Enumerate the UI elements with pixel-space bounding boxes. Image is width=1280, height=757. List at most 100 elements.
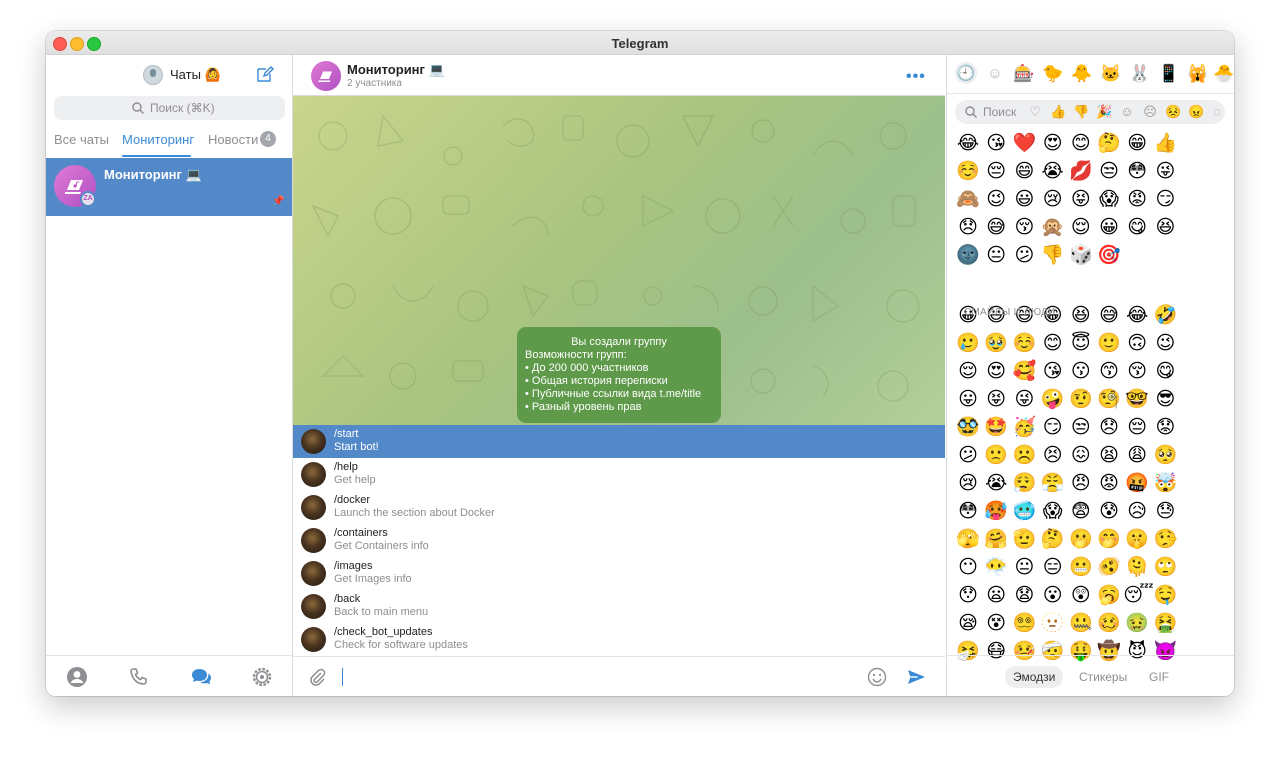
emoji-cell[interactable]: 🎲 — [1067, 241, 1095, 269]
emoji-cell[interactable]: ☹️ — [1010, 441, 1038, 469]
emoji-cell[interactable]: 😐 — [982, 241, 1010, 269]
emoji-cell[interactable]: 😱 — [1095, 185, 1123, 213]
emoji-cell[interactable]: 😶‍🌫️ — [982, 553, 1010, 581]
emoji-cell[interactable]: 😄 — [1010, 157, 1038, 185]
emoji-cell[interactable]: 👎 — [1039, 241, 1067, 269]
party-filter-icon[interactable]: 🎉 — [1096, 104, 1112, 120]
compose-icon[interactable] — [256, 65, 274, 83]
emoji-cell[interactable]: 😭 — [982, 469, 1010, 497]
emoji-cell[interactable]: 😣 — [1039, 441, 1067, 469]
sticker-pack-3-icon[interactable]: 🐥 — [1071, 63, 1093, 85]
emoji-cell[interactable]: 🤗 — [982, 525, 1010, 553]
chat-header-title[interactable]: Мониторинг 💻 — [347, 62, 445, 78]
tab-emoji[interactable]: Эмодзи — [1005, 666, 1064, 688]
emoji-cell[interactable]: 😏 — [1039, 413, 1067, 441]
emoji-cell[interactable]: 🥶 — [1010, 497, 1038, 525]
emoji-cell[interactable]: 🤮 — [1151, 609, 1179, 637]
command-item-containers[interactable]: /containers Get Containers info — [293, 524, 945, 557]
emoji-cell[interactable]: 😋 — [1151, 357, 1179, 385]
chats-icon[interactable] — [190, 666, 212, 688]
emoji-cell[interactable]: 😚 — [1123, 357, 1151, 385]
sticker-pack-1-icon[interactable]: 🎰 — [1013, 63, 1035, 85]
thumbs-down-filter-icon[interactable]: 👎 — [1073, 104, 1089, 120]
emoji-cell[interactable]: 🌚 — [954, 241, 982, 269]
thumbs-up-filter-icon[interactable]: 👍 — [1050, 104, 1066, 120]
emoji-cell[interactable]: 💋 — [1067, 157, 1095, 185]
command-item-start[interactable]: /start Start bot! — [293, 425, 945, 458]
emoji-cell[interactable]: 😜 — [1151, 157, 1179, 185]
emoji-cell[interactable]: 😧 — [1010, 581, 1038, 609]
command-item-help[interactable]: /help Get help — [293, 458, 945, 491]
emoji-cell[interactable]: 😡 — [1123, 185, 1151, 213]
emoji-cell[interactable]: 😁 — [1123, 129, 1151, 157]
emoji-cell[interactable]: 😤 — [1039, 469, 1067, 497]
emoji-cell[interactable]: 🙃 — [1123, 329, 1151, 357]
emoji-cell[interactable]: 🥸 — [954, 413, 982, 441]
emoji-cell[interactable]: 😖 — [1067, 441, 1095, 469]
emoji-cell[interactable]: ☺️ — [1010, 329, 1038, 357]
sticker-pack-6-icon[interactable]: 📱 — [1158, 63, 1180, 85]
emoji-cell[interactable]: 😲 — [1067, 581, 1095, 609]
emoji-cell[interactable]: 😩 — [1123, 441, 1151, 469]
emoji-cell[interactable]: 😂 — [954, 129, 982, 157]
send-icon[interactable] — [906, 667, 926, 687]
emoji-cell[interactable]: 🥹 — [982, 329, 1010, 357]
emoji-cell[interactable]: 😯 — [954, 581, 982, 609]
emoji-cell[interactable]: 😵‍💫 — [1010, 609, 1038, 637]
sticker-pack-2-icon[interactable]: 🐤 — [1042, 63, 1064, 85]
emoji-cell[interactable]: 😵 — [982, 609, 1010, 637]
sticker-pack-8-icon[interactable]: 🐣 — [1213, 63, 1234, 85]
calls-icon[interactable] — [128, 666, 150, 688]
emoji-cell[interactable]: 😅 — [982, 213, 1010, 241]
emoji-cell[interactable]: 😑 — [1039, 553, 1067, 581]
emoji-cell[interactable]: 🫣 — [954, 525, 982, 553]
emoji-cell[interactable]: 😬 — [1067, 553, 1095, 581]
more-filter-icon[interactable]: ◌ — [1209, 104, 1225, 120]
chat-header-avatar[interactable] — [311, 61, 341, 91]
emoji-cell[interactable]: 😮 — [1039, 581, 1067, 609]
emoji-cell[interactable]: 😌 — [954, 357, 982, 385]
emoji-cell[interactable]: 🥳 — [1010, 413, 1038, 441]
emoji-cell[interactable]: 🙈 — [954, 185, 982, 213]
emoji-cell[interactable]: 😋 — [1123, 213, 1151, 241]
emoji-cell[interactable]: 😍 — [982, 357, 1010, 385]
emoji-cell[interactable]: 😭 — [1039, 157, 1067, 185]
emoji-cell[interactable]: 😳 — [954, 497, 982, 525]
emoji-cell[interactable]: 😮‍💨 — [1010, 469, 1038, 497]
emoji-cell[interactable]: 😆 — [1067, 301, 1095, 329]
emoji-cell[interactable]: 🥴 — [1095, 609, 1123, 637]
emoji-cell[interactable]: 🤤 — [1151, 581, 1179, 609]
command-item-back[interactable]: /back Back to main menu — [293, 590, 945, 623]
emoji-cell[interactable]: 😒 — [1067, 413, 1095, 441]
profile-avatar[interactable] — [143, 65, 163, 85]
emoji-cell[interactable]: 😞 — [1095, 413, 1123, 441]
emoji-cell[interactable]: 😂 — [1123, 301, 1151, 329]
emoji-cell[interactable]: 😢 — [1039, 185, 1067, 213]
emoji-cell[interactable]: ☺️ — [954, 157, 982, 185]
emoji-cell[interactable]: 😦 — [982, 581, 1010, 609]
tab-gif[interactable]: GIF — [1141, 666, 1177, 688]
emoji-cell[interactable]: 😱 — [1039, 497, 1067, 525]
emoji-cell[interactable]: 😛 — [954, 385, 982, 413]
emoji-cell[interactable]: 🤔 — [1095, 129, 1123, 157]
emoji-cell[interactable]: 🫡 — [1010, 525, 1038, 553]
emoji-cell[interactable]: 🤭 — [1095, 525, 1123, 553]
emoji-cell[interactable]: 😌 — [1067, 213, 1095, 241]
emoji-cell[interactable]: 😓 — [1151, 497, 1179, 525]
chat-item-monitoring[interactable]: ZA Мониторинг 💻 📌 — [46, 158, 292, 216]
emoji-cell[interactable]: 🤨 — [1067, 385, 1095, 413]
sticker-pack-7-icon[interactable]: 🙀 — [1187, 63, 1209, 85]
folder-tab-news[interactable]: Новости — [208, 132, 258, 147]
heart-filter-icon[interactable]: ♡ — [1027, 104, 1043, 120]
recent-clock-icon[interactable]: 🕘 — [955, 63, 977, 85]
emoji-cell[interactable]: 😔 — [982, 157, 1010, 185]
more-options-icon[interactable]: ••• — [906, 68, 926, 86]
emoji-cell[interactable]: 👍 — [1151, 129, 1179, 157]
emoji-cell[interactable]: 🤬 — [1123, 469, 1151, 497]
emoji-cell[interactable]: 😊 — [1067, 129, 1095, 157]
emoji-cell[interactable]: 🤓 — [1123, 385, 1151, 413]
emoji-cell[interactable]: 😅 — [1095, 301, 1123, 329]
emoji-cell[interactable]: 😘 — [1039, 357, 1067, 385]
emoji-cell[interactable]: 😠 — [1067, 469, 1095, 497]
emoji-cell[interactable]: 🫨 — [1095, 553, 1123, 581]
